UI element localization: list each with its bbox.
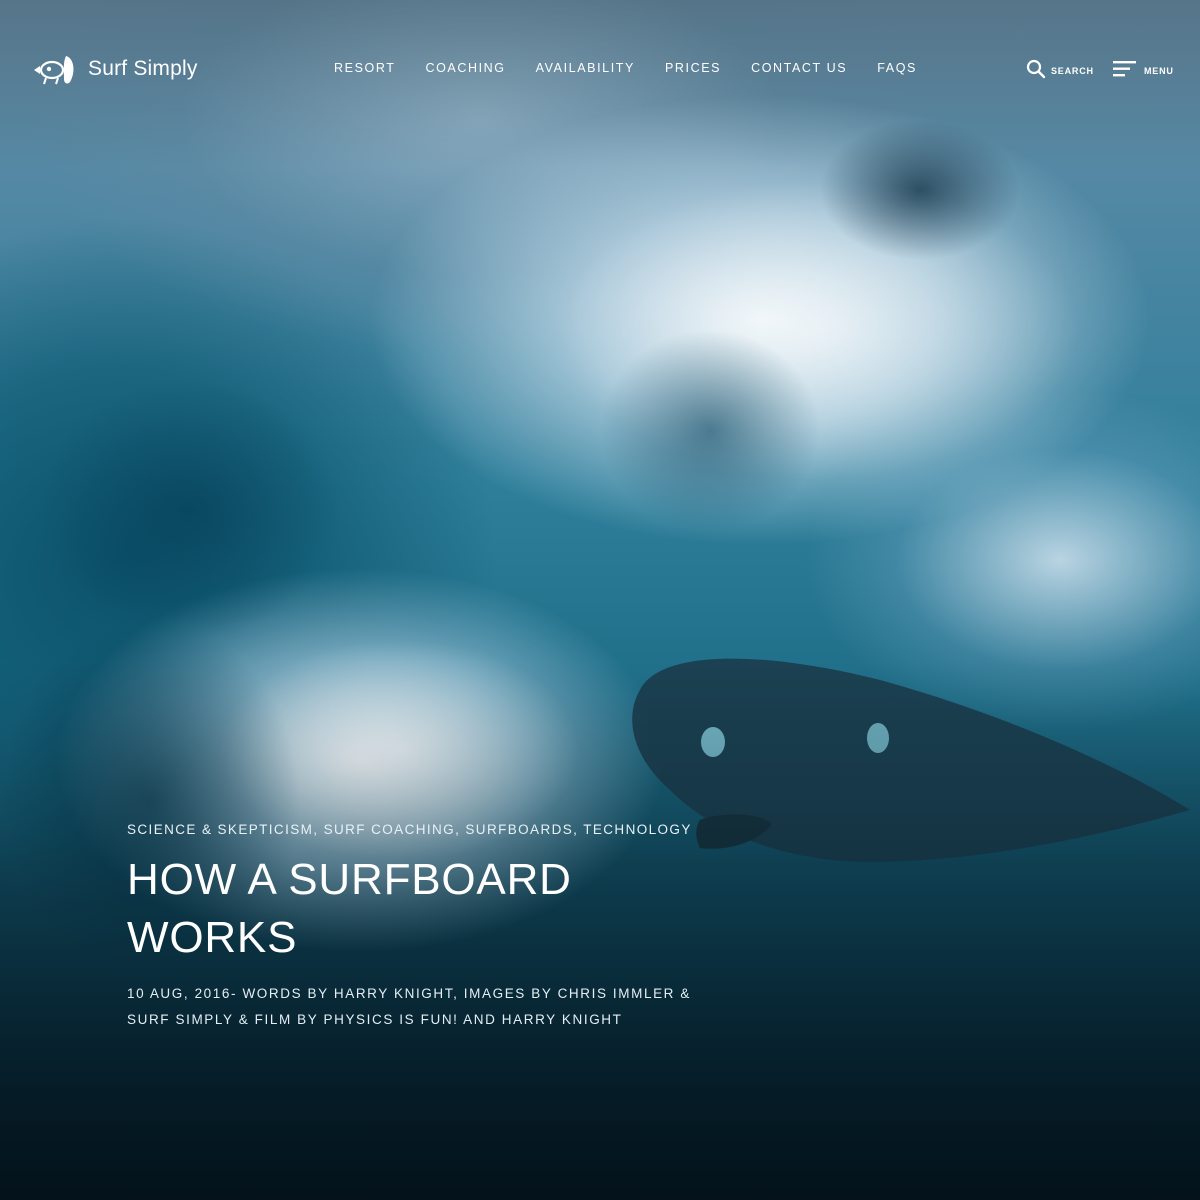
search-icon: [1026, 59, 1046, 79]
site-header: Surf Simply RESORT COACHING AVAILABILITY…: [0, 0, 1200, 138]
category-link[interactable]: SURFBOARDS: [465, 822, 573, 837]
nav-item-prices[interactable]: PRICES: [665, 61, 721, 75]
category-list: SCIENCE & SKEPTICISM, SURF COACHING, SUR…: [127, 822, 767, 837]
search-label: SEARCH: [1051, 65, 1094, 76]
menu-label: MENU: [1144, 65, 1174, 76]
brand-name: Surf Simply: [88, 57, 198, 80]
logo-link[interactable]: Surf Simply: [30, 52, 198, 86]
menu-button[interactable]: MENU: [1113, 60, 1174, 78]
category-separator: ,: [573, 822, 584, 837]
search-button[interactable]: SEARCH: [1026, 59, 1094, 79]
article-byline: 10 AUG, 2016- WORDS BY HARRY KNIGHT, IMA…: [127, 986, 691, 1027]
article-title: HOW A SURFBOARD WORKS: [127, 855, 572, 962]
hero-image: Surf Simply RESORT COACHING AVAILABILITY…: [0, 0, 1200, 1200]
category-separator: ,: [313, 822, 324, 837]
category-separator: ,: [455, 822, 466, 837]
main-nav: RESORT COACHING AVAILABILITY PRICES CONT…: [334, 61, 917, 75]
nav-item-coaching[interactable]: COACHING: [425, 61, 505, 75]
category-link[interactable]: SURF COACHING: [324, 822, 455, 837]
article-header: SCIENCE & SKEPTICISM, SURF COACHING, SUR…: [127, 822, 767, 1033]
hamburger-icon: [1113, 61, 1136, 77]
nav-item-contact-us[interactable]: CONTACT US: [751, 61, 847, 75]
nav-item-availability[interactable]: AVAILABILITY: [536, 61, 635, 75]
turtle-logo-icon: [34, 56, 74, 85]
category-link[interactable]: SCIENCE & SKEPTICISM: [127, 822, 313, 837]
category-link[interactable]: TECHNOLOGY: [583, 822, 692, 837]
nav-item-resort[interactable]: RESORT: [334, 61, 395, 75]
nav-item-faqs[interactable]: FAQS: [877, 61, 917, 75]
